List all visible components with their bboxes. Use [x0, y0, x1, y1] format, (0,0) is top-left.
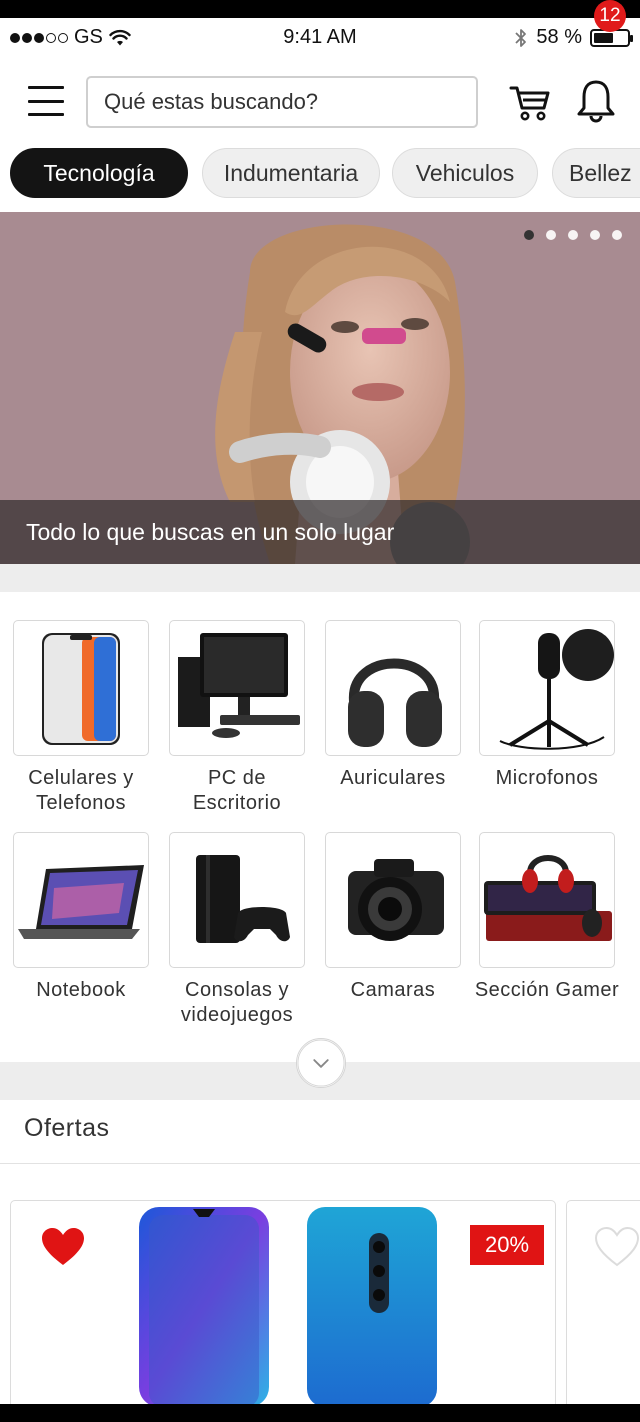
- cart-icon[interactable]: [508, 80, 552, 124]
- carousel-dot[interactable]: [590, 230, 600, 240]
- tab-indumentaria[interactable]: Indumentaria: [202, 148, 380, 198]
- tab-belleza[interactable]: Bellez: [552, 148, 640, 198]
- category-label: Camaras: [350, 979, 436, 1001]
- category-consolas[interactable]: Consolas y videojuegos: [162, 832, 312, 1028]
- headphones-icon: [325, 620, 461, 756]
- notification-badge: 12: [594, 0, 626, 32]
- gamer-kit-icon: [479, 832, 615, 968]
- category-label: PC de Escritorio: [192, 767, 282, 814]
- bell-icon[interactable]: [574, 76, 618, 124]
- category-label: Notebook: [36, 979, 126, 1001]
- laptop-icon: [13, 832, 149, 968]
- carousel-dot[interactable]: [524, 230, 534, 240]
- category-tabs: Tecnología Indumentaria Vehiculos Bellez: [0, 148, 640, 200]
- category-label: Consolas y videojuegos: [180, 979, 294, 1026]
- category-camaras[interactable]: Camaras: [318, 832, 468, 1003]
- carousel-dot[interactable]: [568, 230, 578, 240]
- battery-percent: 58 %: [536, 26, 582, 48]
- chevron-down-icon[interactable]: [296, 1038, 346, 1088]
- battery-fill: [594, 32, 613, 43]
- offers-carousel: [0, 1164, 640, 1404]
- banner-caption: Todo lo que buscas en un solo lugar: [0, 500, 640, 564]
- microphone-icon: [479, 620, 615, 756]
- discount-badge: 20%: [470, 1225, 544, 1265]
- desktop-pc-icon: [169, 620, 305, 756]
- top-system-edge: [0, 0, 640, 18]
- status-bar: GS 9:41 AM 58 %: [0, 18, 640, 58]
- category-celulares[interactable]: Celulares y Telefonos: [6, 620, 156, 816]
- offer-card[interactable]: [566, 1200, 640, 1404]
- heart-outline-icon[interactable]: [595, 1227, 639, 1267]
- menu-icon[interactable]: [28, 86, 64, 116]
- category-label: Sección Gamer: [474, 979, 620, 1001]
- offers-header: Ofertas: [0, 1100, 640, 1164]
- category-pc[interactable]: PC de Escritorio: [162, 620, 312, 816]
- heart-filled-icon[interactable]: [41, 1227, 85, 1267]
- camera-icon: [325, 832, 461, 968]
- category-microfonos[interactable]: Microfonos: [472, 620, 622, 791]
- console-icon: [169, 832, 305, 968]
- carousel-dot[interactable]: [612, 230, 622, 240]
- category-auriculares[interactable]: Auriculares: [318, 620, 468, 791]
- hero-banner[interactable]: Todo lo que buscas en un solo lugar: [0, 212, 640, 564]
- smartphone-icon: [13, 620, 149, 756]
- category-gamer[interactable]: Sección Gamer: [472, 832, 622, 1003]
- tab-vehiculos[interactable]: Vehiculos: [392, 148, 538, 198]
- app-header: Qué estas buscando?: [0, 70, 640, 132]
- carousel-indicators[interactable]: [524, 230, 622, 240]
- categories-grid: Celulares y Telefonos PC de Escritorio A…: [0, 592, 640, 1062]
- category-label: Auriculares: [340, 767, 446, 789]
- section-title: Ofertas: [24, 1114, 110, 1142]
- category-label: Celulares y Telefonos: [28, 767, 134, 814]
- search-input[interactable]: Qué estas buscando?: [86, 76, 478, 128]
- bluetooth-icon: [515, 28, 527, 47]
- tab-tecnologia[interactable]: Tecnología: [10, 148, 188, 198]
- section-divider: [0, 564, 640, 592]
- bottom-system-edge: [0, 1404, 640, 1422]
- product-phones-image: [139, 1207, 437, 1404]
- carousel-dot[interactable]: [546, 230, 556, 240]
- category-notebook[interactable]: Notebook: [6, 832, 156, 1003]
- category-label: Microfonos: [495, 767, 599, 789]
